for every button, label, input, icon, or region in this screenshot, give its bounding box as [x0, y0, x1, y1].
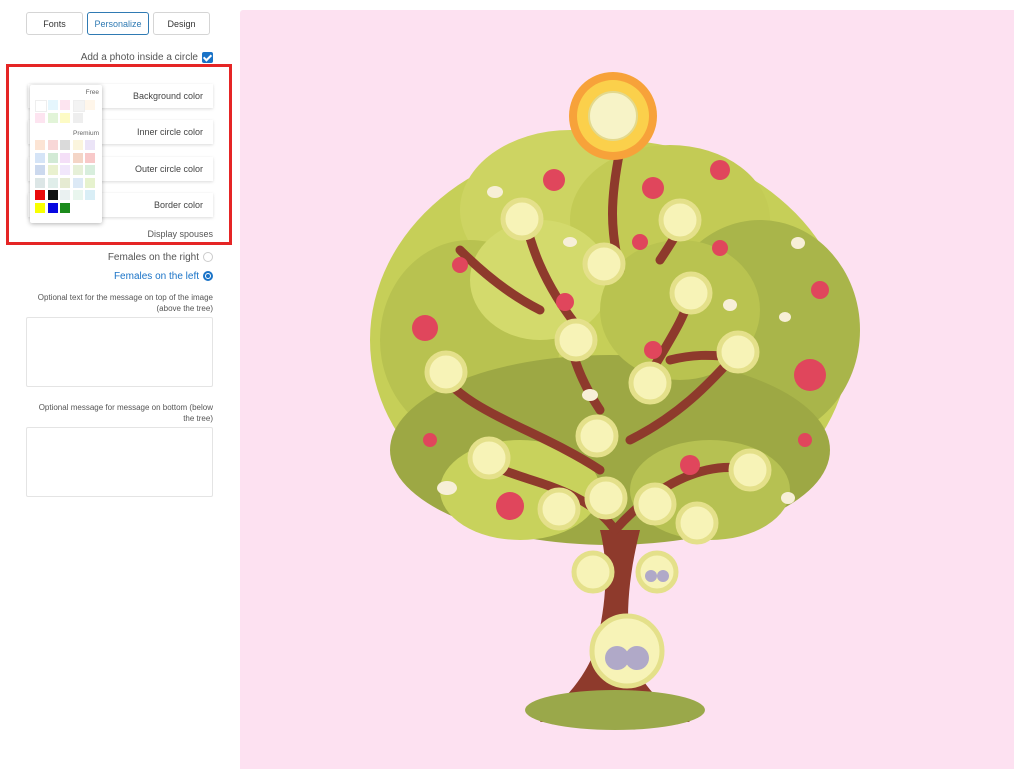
- top-message-input[interactable]: [26, 317, 213, 387]
- family-tree-illustration: [370, 72, 860, 730]
- photo-option-row[interactable]: Add a photo inside a circle: [81, 52, 213, 63]
- photo-option-label: Add a photo inside a circle: [80, 52, 198, 64]
- tab-design[interactable]: Design: [153, 12, 210, 35]
- females-left-label: Females on the left: [113, 271, 199, 282]
- display-spouses-label: Display spouses: [147, 229, 213, 239]
- tab-fonts[interactable]: Fonts: [26, 12, 83, 35]
- bottom-message-label: Optional message for message on bottom (…: [38, 403, 213, 423]
- highlight-box: [6, 64, 232, 245]
- females-right-option[interactable]: Females on the right: [108, 252, 213, 263]
- tab-personalize[interactable]: Personalize: [87, 12, 149, 35]
- females-left-radio[interactable]: [203, 271, 213, 282]
- bottom-message-input[interactable]: [26, 427, 213, 497]
- tab-bar: Fonts Personalize Design: [26, 12, 210, 35]
- females-right-radio[interactable]: [203, 252, 213, 263]
- photo-option-checkbox[interactable]: [202, 52, 213, 63]
- females-right-label: Females on the right: [107, 252, 199, 263]
- sun-ornament: [569, 72, 657, 160]
- top-message-label: Optional text for the message on top of …: [37, 293, 213, 313]
- females-left-option[interactable]: Females on the left: [114, 271, 213, 282]
- tree-preview-canvas: [240, 10, 1014, 769]
